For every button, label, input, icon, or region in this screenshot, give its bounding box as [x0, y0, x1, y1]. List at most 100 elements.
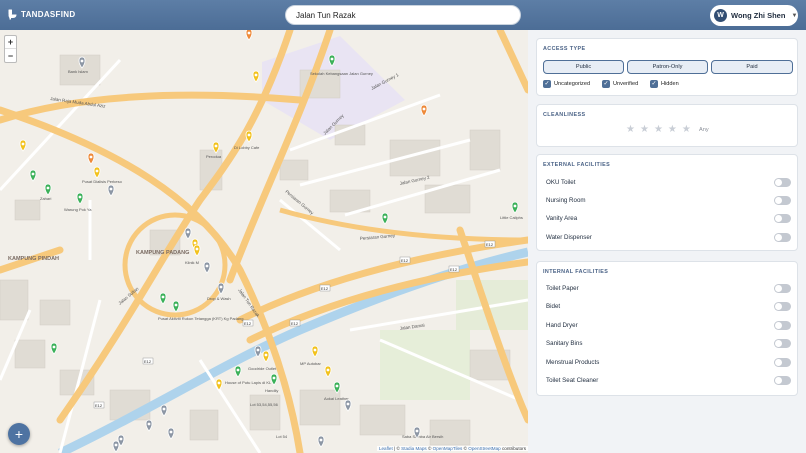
toilet-marker-icon[interactable]: [270, 373, 278, 386]
toilet-marker-icon[interactable]: [160, 404, 168, 417]
toilet-marker-icon[interactable]: [107, 184, 115, 197]
leaflet-link[interactable]: Leaflet: [379, 446, 393, 451]
toilet-marker-icon[interactable]: [344, 399, 352, 412]
label-pusat-aktiviti: Pusat Aktiviti Rukun Tetangga (KRT) Kg P…: [158, 316, 243, 321]
vanity-area-row: Vanity Area: [546, 214, 791, 224]
toilet-paper-toggle[interactable]: [774, 284, 791, 293]
toilet-marker-icon[interactable]: [245, 130, 253, 143]
marker-dot: [236, 368, 240, 372]
star-icon[interactable]: ★: [682, 124, 691, 135]
map-tiles[interactable]: E12 E12 E12 E12 E12 E12 E12 E12 KAMPUNG …: [0, 30, 528, 453]
toilet-marker-icon[interactable]: [159, 292, 167, 305]
access-patron-only-button[interactable]: Patron-Only: [627, 60, 708, 74]
marker-dot: [21, 142, 25, 146]
toilet-marker-icon[interactable]: [311, 345, 319, 358]
check-icon: ✓: [543, 80, 551, 88]
toilet-marker-icon[interactable]: [511, 201, 519, 214]
brand[interactable]: TANDASFIND: [8, 9, 75, 20]
openstreetmap-link[interactable]: OpenStreetMap: [468, 446, 500, 451]
toilet-marker-icon[interactable]: [252, 70, 260, 83]
toilet-seat-cleaner-toggle[interactable]: [774, 376, 791, 385]
access-public-button[interactable]: Public: [543, 60, 624, 74]
label-klinik: Klinik M: [185, 260, 199, 265]
toilet-paper-row: Toilet Paper: [546, 284, 791, 294]
water-dispenser-toggle[interactable]: [774, 233, 791, 242]
toilet-marker-icon[interactable]: [44, 183, 52, 196]
toilet-marker-icon[interactable]: [29, 169, 37, 182]
label-handily: Handily: [265, 388, 278, 393]
toilet-marker-icon[interactable]: [234, 365, 242, 378]
search-input[interactable]: [285, 5, 521, 25]
marker-dot: [330, 57, 334, 61]
zoom-control: + −: [4, 35, 17, 63]
marker-dot: [109, 187, 113, 191]
toilet-marker-icon[interactable]: [420, 104, 428, 117]
toilet-seat-cleaner-row: Toilet Seat Cleaner: [546, 376, 791, 386]
star-icon[interactable]: ★: [668, 124, 677, 135]
marker-dot: [169, 430, 173, 434]
star-icon[interactable]: ★: [640, 124, 649, 135]
label-di-lobby-cafe: Di Lobby Cafe: [234, 145, 260, 150]
toilet-marker-icon[interactable]: [193, 244, 201, 257]
toilet-marker-icon[interactable]: [203, 261, 211, 274]
marker-dot: [346, 402, 350, 406]
map-attribution: Leaflet | © Stadia Maps © OpenMapTiles ©…: [376, 446, 528, 451]
toilet-marker-icon[interactable]: [50, 342, 58, 355]
toilet-marker-icon[interactable]: [262, 350, 270, 363]
marker-dot: [214, 144, 218, 148]
openmaptiles-link[interactable]: OpenMapTiles: [433, 446, 463, 451]
vanity-area-toggle[interactable]: [774, 214, 791, 223]
unverified-checkbox[interactable]: ✓ Unverified: [602, 80, 638, 88]
zoom-out-button[interactable]: −: [5, 49, 16, 62]
marker-dot: [195, 247, 199, 251]
toilet-marker-icon[interactable]: [167, 427, 175, 440]
toilet-marker-icon[interactable]: [19, 139, 27, 152]
map[interactable]: E12 E12 E12 E12 E12 E12 E12 E12 KAMPUNG …: [0, 30, 528, 453]
svg-text:E12: E12: [486, 242, 494, 247]
toilet-marker-icon[interactable]: [145, 419, 153, 432]
sanitary-bins-row: Sanitary Bins: [546, 339, 791, 349]
toilet-marker-icon[interactable]: [245, 30, 253, 41]
zoom-in-button[interactable]: +: [5, 36, 16, 49]
user-menu-button[interactable]: W Wong Zhi Shen ▼: [710, 5, 798, 26]
menstrual-products-toggle[interactable]: [774, 358, 791, 367]
svg-text:E12: E12: [144, 359, 152, 364]
marker-dot: [80, 59, 84, 63]
marker-dot: [161, 295, 165, 299]
toilet-marker-icon[interactable]: [184, 227, 192, 240]
hidden-checkbox[interactable]: ✓ Hidden: [650, 80, 679, 88]
label-mp-autobar: MP Autobar: [300, 361, 321, 366]
sanitary-bins-toggle[interactable]: [774, 339, 791, 348]
label-goodride: Goodride Outlet: [248, 366, 277, 371]
nursing-room-toggle[interactable]: [774, 196, 791, 205]
access-paid-button[interactable]: Paid: [711, 60, 793, 74]
toilet-marker-icon[interactable]: [317, 435, 325, 448]
svg-text:E12: E12: [450, 267, 458, 272]
toilet-marker-icon[interactable]: [93, 166, 101, 179]
toilet-marker-icon[interactable]: [324, 365, 332, 378]
access-type-title: ACCESS TYPE: [543, 46, 586, 52]
oku-toilet-toggle[interactable]: [774, 178, 791, 187]
bidet-toggle[interactable]: [774, 302, 791, 311]
add-toilet-button[interactable]: +: [8, 423, 30, 445]
toilet-marker-icon[interactable]: [76, 192, 84, 205]
toilet-marker-icon[interactable]: [112, 440, 120, 453]
toilet-marker-icon[interactable]: [381, 212, 389, 225]
chevron-down-icon: ▼: [791, 12, 798, 19]
marker-dot: [247, 133, 251, 137]
star-icon[interactable]: ★: [654, 124, 663, 135]
marker-dot: [31, 172, 35, 176]
bidet-row: Bidet: [546, 302, 791, 312]
toilet-marker-icon[interactable]: [87, 152, 95, 165]
toilet-marker-icon[interactable]: [172, 300, 180, 313]
stadia-link[interactable]: Stadia Maps: [401, 446, 427, 451]
label-persiaran-gurney-2: Persiaran Gurney: [360, 233, 396, 241]
marker-dot: [193, 241, 197, 245]
cleanliness-rating[interactable]: ★ ★ ★ ★ ★: [626, 124, 691, 135]
star-icon[interactable]: ★: [626, 124, 635, 135]
cleanliness-title: CLEANLINESS: [543, 112, 586, 118]
check-icon: ✓: [650, 80, 658, 88]
uncategorized-checkbox[interactable]: ✓ Uncategorized: [543, 80, 590, 88]
hand-dryer-toggle[interactable]: [774, 321, 791, 330]
label-aokai: Aokai Leather: [324, 396, 349, 401]
